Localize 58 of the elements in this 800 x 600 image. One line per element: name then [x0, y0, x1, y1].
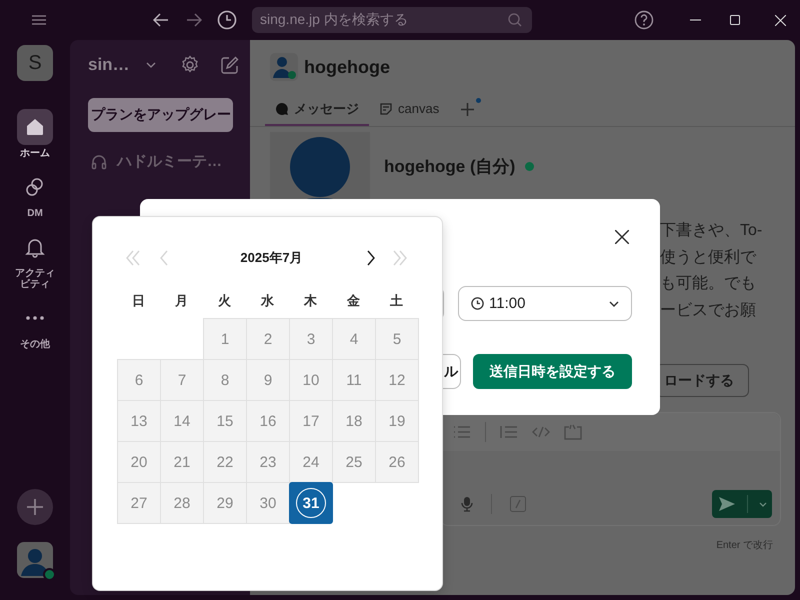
- rail-tile[interactable]: [17, 109, 53, 145]
- close-icon[interactable]: [615, 230, 629, 244]
- description-text: 下書きや、To-: [660, 220, 762, 241]
- settings-icon[interactable]: [180, 55, 200, 75]
- avatar-icon[interactable]: [17, 542, 53, 578]
- profile-name: hogehoge (自分): [384, 156, 516, 178]
- description-text: も可能。でも: [660, 274, 757, 294]
- weekday-label: 土: [389, 292, 404, 310]
- menu-icon[interactable]: [32, 15, 46, 25]
- rail-label[interactable]: アクティビティ: [15, 268, 55, 290]
- workspace-icon[interactable]: S: [17, 45, 53, 81]
- headphones-icon: [91, 154, 107, 170]
- note-icon: [379, 102, 393, 116]
- month-title: 2025年7月: [239, 249, 304, 267]
- speech-bubble-icon: [275, 102, 289, 116]
- sidebar-item[interactable]: ハドルミーテ…: [117, 152, 222, 171]
- description-text: 使うと便利で: [660, 248, 758, 268]
- weekday-label: 水: [260, 292, 275, 310]
- compose-icon[interactable]: [220, 55, 240, 75]
- weekday-label: 火: [217, 292, 232, 310]
- weekday-label: 日: [131, 292, 146, 310]
- history-icon[interactable]: [217, 10, 237, 30]
- rail-label[interactable]: DM: [15, 208, 55, 219]
- minimize-icon[interactable]: [690, 19, 701, 21]
- user-icon: [270, 53, 298, 81]
- composer-hint: Enter で改行: [716, 539, 773, 552]
- rail-label[interactable]: ホーム: [15, 148, 55, 159]
- rail-label[interactable]: その他: [15, 339, 55, 350]
- send-button[interactable]: [712, 490, 772, 518]
- chevron-down-icon: [758, 502, 766, 506]
- description-text: ービスでお願: [660, 300, 757, 320]
- tab[interactable]: メッセージ: [265, 93, 369, 126]
- tab[interactable]: canvas: [369, 93, 450, 126]
- clock-icon: [471, 297, 484, 310]
- help-icon[interactable]: [634, 10, 654, 30]
- forward-arrow-icon[interactable]: [186, 13, 202, 27]
- submit-button[interactable]: 送信日時を設定する: [473, 354, 632, 389]
- microphone-icon[interactable]: [461, 496, 473, 512]
- more-icon: [26, 316, 44, 320]
- calendar-day[interactable]: 31: [289, 482, 333, 524]
- time-select[interactable]: 11:00: [458, 286, 632, 321]
- back-arrow-icon[interactable]: [153, 13, 169, 27]
- chevron-down-icon: [609, 300, 619, 306]
- chevron-down-icon[interactable]: [146, 62, 156, 68]
- add-icon[interactable]: [17, 489, 53, 525]
- message-composer[interactable]: [440, 412, 781, 526]
- search-icon[interactable]: [508, 13, 522, 27]
- send-icon: [718, 496, 736, 512]
- workspace-name[interactable]: sin…: [88, 55, 130, 75]
- channel-title: hogehoge: [304, 56, 390, 78]
- home-icon: [24, 116, 46, 138]
- weekday-label: 月: [174, 292, 189, 310]
- weekday-label: 木: [302, 292, 318, 310]
- search-field[interactable]: sing.ne.jp 内を検索する: [252, 7, 532, 33]
- upgrade-button[interactable]: プランをアップグレー: [88, 98, 233, 132]
- maximize-icon[interactable]: [730, 15, 740, 25]
- weekday-label: 金: [346, 292, 361, 310]
- plus-icon[interactable]: [461, 103, 474, 116]
